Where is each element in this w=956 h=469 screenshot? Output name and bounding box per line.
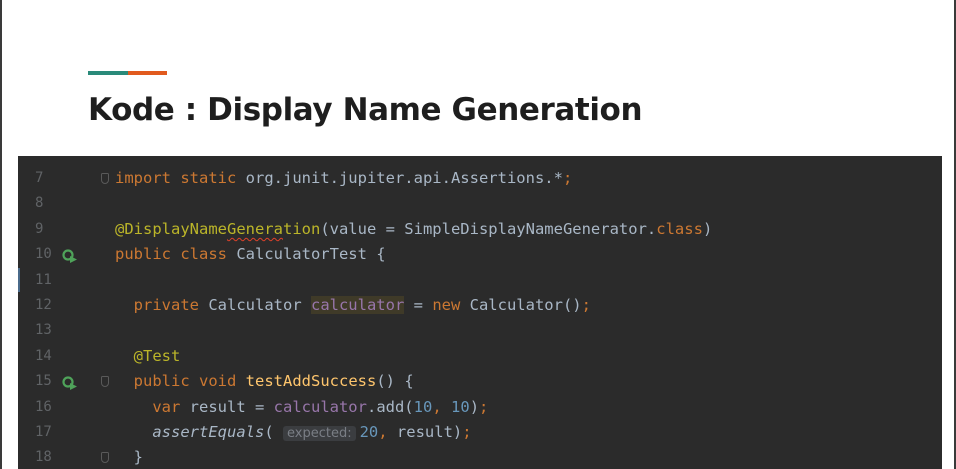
code-token: Calculator (199, 296, 311, 314)
code-line[interactable]: 14 @Test (18, 344, 942, 369)
code-token: } (115, 448, 143, 467)
code-text: public class CalculatorTest { (115, 242, 386, 267)
fold-marker-icon[interactable] (101, 452, 109, 464)
code-token: 10 (451, 397, 470, 416)
code-text: } (115, 445, 143, 469)
line-number[interactable]: 7 (35, 166, 65, 191)
code-token: public class (115, 245, 227, 264)
code-line[interactable]: 16 var result = calculator.add(10, 10); (18, 395, 942, 420)
line-number[interactable]: 10 (35, 242, 65, 267)
code-line[interactable]: 12 private Calculator calculator = new C… (18, 293, 942, 318)
line-number[interactable]: 14 (35, 344, 65, 369)
accent-bar-teal (88, 71, 128, 75)
code-token: ; (562, 169, 573, 187)
code-line[interactable]: 15 public void testAddSuccess() { (18, 369, 942, 394)
code-editor[interactable]: 7 import static org.junit.jupiter.api.Ass… (18, 156, 942, 469)
code-text: assertEquals( expected: 20, result); (115, 420, 472, 446)
code-text: private Calculator calculator = new Calc… (115, 293, 591, 318)
code-token: private (115, 296, 199, 314)
code-token: class (656, 219, 703, 238)
code-text: @Test (115, 344, 181, 369)
code-token: ; (581, 296, 591, 314)
code-token: new (432, 296, 461, 314)
code-token: ) (702, 219, 713, 238)
code-token: CalculatorTest { (226, 245, 386, 264)
code-token: (value = SimpleDisplayNameGenerator. (320, 219, 657, 238)
code-token: ) (469, 397, 480, 416)
code-text: import static org.junit.jupiter.api.Asse… (115, 166, 572, 191)
code-token: @Test (115, 346, 181, 365)
line-number[interactable]: 13 (35, 318, 65, 343)
code-line[interactable]: 18 } (18, 445, 942, 469)
code-token: public void (115, 372, 237, 391)
code-token: ; (479, 397, 489, 416)
line-number[interactable]: 11 (35, 268, 65, 293)
line-number[interactable]: 18 (35, 445, 65, 469)
code-token: ; (462, 423, 472, 441)
code-line[interactable]: 17 assertEquals( expected: 20, result); (18, 420, 942, 445)
code-token: calculator (273, 397, 367, 416)
slide-title: Kode : Display Name Generation (88, 92, 643, 128)
line-number[interactable]: 8 (35, 191, 65, 216)
code-token: org.junit.jupiter.api.Assertions. (236, 169, 554, 187)
line-number[interactable]: 15 (35, 369, 65, 394)
line-number[interactable]: 9 (35, 217, 65, 242)
accent-bar-orange (128, 71, 167, 75)
code-token: import static (115, 169, 237, 187)
code-line[interactable]: 8 (18, 191, 942, 216)
code-token: Calculator() (460, 296, 582, 314)
code-line[interactable]: 13 (18, 318, 942, 343)
code-token: result) (387, 423, 463, 441)
code-token: 10 (413, 397, 433, 416)
code-token: ( (264, 423, 283, 441)
code-line[interactable]: 11 (18, 268, 942, 293)
code-token: calculator (310, 296, 405, 314)
code-line[interactable]: 10 public class CalculatorTest { (18, 242, 942, 267)
code-token: () { (376, 372, 414, 391)
code-text: public void testAddSuccess() { (115, 369, 414, 394)
inlay-hint: expected: (282, 426, 356, 441)
line-number[interactable]: 17 (35, 420, 65, 445)
code-token: assertEquals (115, 423, 265, 441)
code-token: = (404, 296, 433, 314)
code-text: @DisplayNameGeneration(value = SimpleDis… (115, 217, 712, 242)
code-token: , (432, 397, 442, 416)
code-token: 20 (359, 423, 379, 441)
code-token: var (115, 397, 181, 416)
code-token: , (378, 423, 388, 441)
run-test-icon[interactable] (62, 247, 78, 264)
code-token: * (553, 169, 563, 187)
code-token: .add( (366, 397, 414, 416)
run-test-icon[interactable] (62, 374, 78, 391)
code-token: testAddSuccess (245, 372, 377, 391)
code-line[interactable]: 7 import static org.junit.jupiter.api.Ass… (18, 166, 942, 191)
code-token: @DisplayNameGeneration (115, 219, 321, 238)
fold-marker-icon[interactable] (101, 173, 109, 184)
code-token: result = (180, 397, 274, 416)
line-number[interactable]: 16 (35, 395, 65, 420)
code-line[interactable]: 9 @DisplayNameGeneration(value = SimpleDi… (18, 217, 942, 242)
code-text: var result = calculator.add(10, 10); (115, 395, 488, 420)
line-number[interactable]: 12 (35, 293, 65, 318)
fold-marker-icon[interactable] (101, 376, 109, 388)
